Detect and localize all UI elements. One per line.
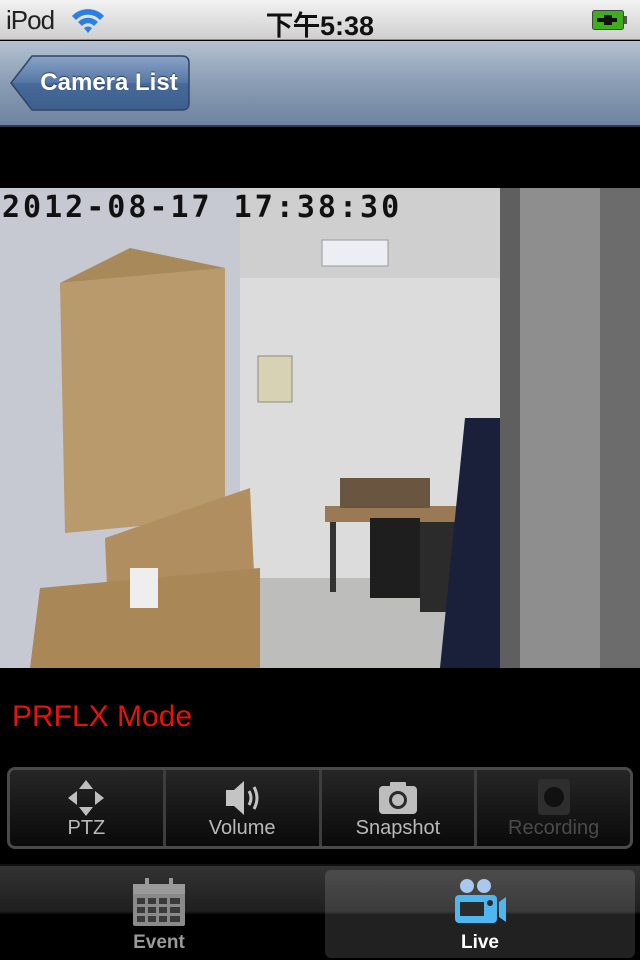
status-time: 下午5:38 xyxy=(265,11,375,41)
video-area: 2012-08-17 17:38:30 xyxy=(0,128,640,688)
snapshot-label: Snapshot xyxy=(355,817,441,839)
live-video-feed[interactable]: 2012-08-17 17:38:30 xyxy=(0,188,640,668)
recording-button[interactable]: Recording xyxy=(477,770,630,846)
tab-live[interactable]: Live xyxy=(325,870,635,958)
camera-icon xyxy=(378,782,417,814)
camera-scene xyxy=(0,188,640,668)
ptz-button[interactable]: PTZ xyxy=(10,770,166,846)
tab-bar: Event Live xyxy=(0,864,640,960)
mode-label: PRFLX Mode xyxy=(12,700,193,733)
snapshot-button[interactable]: Snapshot xyxy=(321,770,478,846)
navigation-bar: Camera List xyxy=(0,41,640,127)
status-bar: iPod 下午5:38 xyxy=(0,0,640,41)
record-icon xyxy=(537,779,570,815)
camera-list-back-button[interactable]: Camera List xyxy=(10,54,190,112)
speaker-icon xyxy=(226,781,259,815)
ptz-label: PTZ xyxy=(67,817,106,839)
battery-charging-icon xyxy=(592,10,627,30)
video-camera-icon xyxy=(455,879,506,923)
ptz-arrows-icon xyxy=(68,780,105,816)
tab-live-label: Live xyxy=(460,932,500,953)
camera-controls-toolbar: PTZ Volume Snapshot Recording xyxy=(7,767,633,849)
calendar-icon xyxy=(133,878,185,926)
tab-event[interactable]: Event xyxy=(4,870,314,958)
volume-button[interactable]: Volume xyxy=(165,770,322,846)
recording-label: Recording xyxy=(508,817,600,839)
back-button-label: Camera List xyxy=(40,69,178,96)
tab-event-label: Event xyxy=(133,932,185,953)
video-timestamp: 2012-08-17 17:38:30 xyxy=(2,190,403,225)
volume-label: Volume xyxy=(208,817,276,839)
